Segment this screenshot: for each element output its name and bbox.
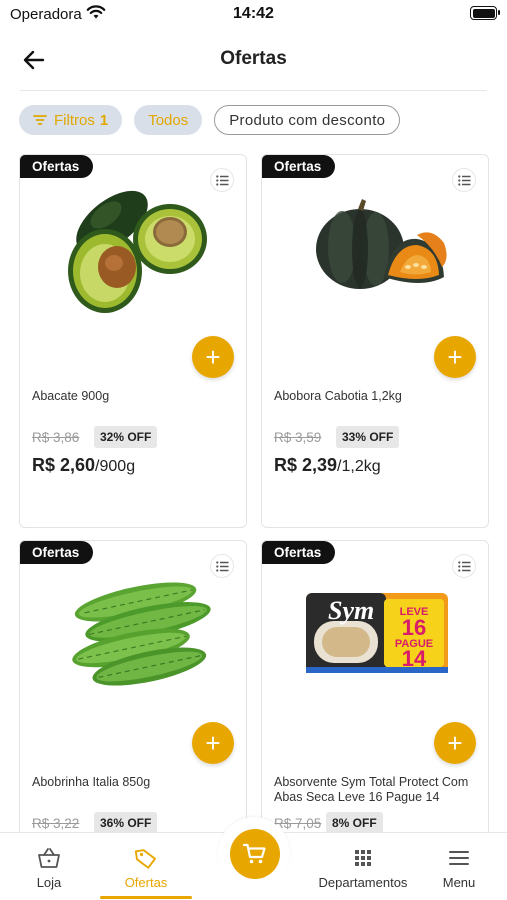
plus-icon: + [447, 342, 463, 372]
grid-icon [355, 850, 371, 866]
old-price: R$ 3,86 [32, 430, 80, 445]
header: Ofertas [0, 28, 507, 92]
add-to-cart-button[interactable]: + [434, 722, 476, 764]
filter-chip-discount[interactable]: Produto com desconto [214, 105, 401, 135]
add-to-cart-button[interactable]: + [434, 336, 476, 378]
sym-brand-text: Sym [328, 596, 374, 625]
filters-button[interactable]: Filtros 1 [19, 105, 123, 135]
old-price: R$ 3,22 [32, 816, 80, 831]
battery-icon [470, 6, 500, 20]
add-to-cart-button[interactable]: + [192, 722, 234, 764]
discount-badge: 32% OFF [94, 426, 158, 448]
product-name: Abobrinha Italia 850g [32, 775, 151, 789]
filter-icon [33, 115, 47, 125]
tag-icon [134, 849, 157, 869]
pumpkin-image [316, 199, 447, 289]
header-divider [20, 90, 487, 91]
filter-chip-all-label: Todos [148, 111, 189, 129]
sym-pague-number: 14 [402, 646, 427, 671]
nav-label-store: Loja [36, 875, 62, 890]
page-title: Ofertas [220, 48, 287, 69]
price: R$ 2,39/1,2kg [274, 455, 381, 476]
plus-icon: + [447, 728, 463, 758]
offer-tag: Ofertas [262, 155, 336, 178]
offer-tag: Ofertas [20, 155, 94, 178]
discount-badge: 33% OFF [336, 426, 400, 448]
nav-item-departments[interactable]: Departamentos [318, 833, 408, 900]
price-unit: /1,2kg [337, 458, 381, 475]
cart-button[interactable] [230, 829, 280, 879]
shopping-cart-icon [243, 843, 266, 864]
offer-tag: Ofertas [20, 541, 94, 564]
filter-chip-discount-label: Produto com desconto [229, 111, 386, 129]
price-amount: R$ 2,39 [274, 455, 338, 475]
sym-pack-image: Sym LEVE 16 PAGUE 14 [306, 593, 448, 673]
status-bar: Operadora 14:42 [0, 0, 507, 28]
filters-label: Filtros [54, 111, 95, 129]
hamburger-menu-icon [449, 851, 469, 865]
price-amount: R$ 2,60 [32, 455, 96, 475]
price: R$ 2,60/900g [32, 455, 135, 476]
nav-label-departments: Departamentos [318, 875, 408, 890]
nav-label-offers: Ofertas [124, 875, 168, 890]
product-card[interactable]: Ofertas + Abobora Cabotia 1,2kg R$ 3,59 … [261, 154, 489, 528]
product-name: Absorvente Sym Total Protect Com Abas Se… [274, 775, 469, 804]
nav-item-offers[interactable]: Ofertas [100, 833, 192, 900]
discount-badge: 8% OFF [326, 812, 383, 834]
avocado-image [68, 190, 207, 313]
sym-leve-number: 16 [402, 615, 426, 640]
filters-count: 1 [99, 111, 109, 129]
plus-icon: + [205, 342, 221, 372]
clock: 14:42 [233, 5, 274, 22]
nav-item-store[interactable]: Loja [20, 833, 78, 900]
nav-item-menu[interactable]: Menu [436, 833, 482, 900]
discount-badge: 36% OFF [94, 812, 158, 834]
filter-chip-all[interactable]: Todos [134, 105, 203, 135]
active-tab-indicator [100, 896, 192, 899]
basket-icon [38, 848, 60, 868]
product-name: Abobora Cabotia 1,2kg [274, 389, 402, 403]
product-name: Abacate 900g [32, 389, 110, 403]
old-price: R$ 3,59 [274, 430, 322, 445]
offer-tag: Ofertas [262, 541, 336, 564]
plus-icon: + [205, 728, 221, 758]
price-unit: /900g [95, 458, 136, 475]
nav-label-menu: Menu [442, 875, 476, 890]
zucchini-image [72, 582, 211, 686]
add-to-cart-button[interactable]: + [192, 336, 234, 378]
filter-bar: Filtros 1 Todos Produto com desconto [19, 104, 401, 136]
product-card[interactable]: Ofertas + Abacate 900g R$ 3,86 32% OFF R… [19, 154, 247, 528]
